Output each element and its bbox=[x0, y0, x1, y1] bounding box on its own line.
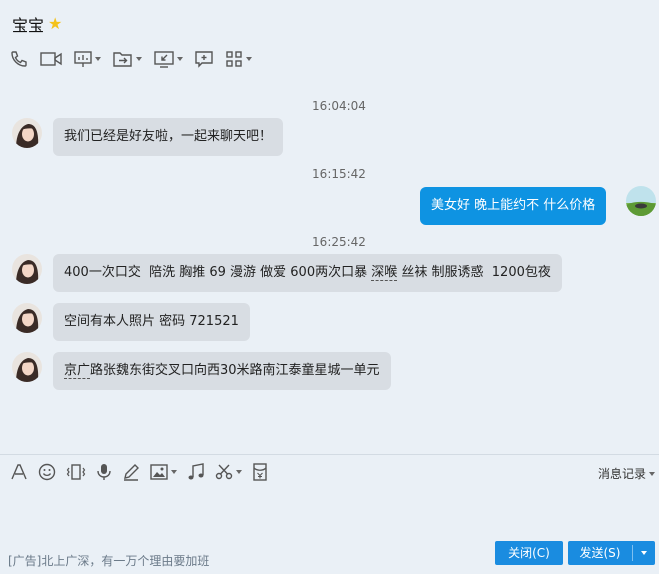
contact-avatar[interactable] bbox=[12, 352, 42, 382]
music-button[interactable] bbox=[187, 463, 205, 481]
phone-icon bbox=[11, 51, 27, 67]
remote-desktop-button[interactable] bbox=[154, 50, 183, 68]
vibrate-icon bbox=[66, 464, 86, 480]
message-add-icon bbox=[195, 51, 213, 68]
close-button[interactable]: 关闭(C) bbox=[495, 541, 563, 565]
shake-button[interactable] bbox=[66, 463, 86, 481]
voice-call-button[interactable] bbox=[10, 50, 28, 68]
image-button[interactable] bbox=[150, 463, 177, 481]
message-text: 400一次口交 陪洗 胸推 69 漫游 做爱 600两次口暴 bbox=[64, 265, 372, 280]
input-divider bbox=[0, 454, 659, 455]
message-record-button[interactable]: 消息记录 bbox=[598, 465, 655, 482]
chevron-down-icon bbox=[649, 471, 655, 476]
smiley-icon bbox=[38, 463, 56, 481]
video-call-button[interactable] bbox=[40, 50, 62, 68]
incoming-message[interactable]: 空间有本人照片 密码 721521 bbox=[53, 303, 250, 341]
message-timestamp: 16:04:04 bbox=[312, 99, 366, 113]
contact-name[interactable]: 宝宝 bbox=[12, 12, 44, 36]
chevron-down-icon[interactable] bbox=[177, 57, 183, 61]
red-packet-icon bbox=[253, 463, 267, 481]
outgoing-message[interactable]: 美女好 晚上能约不 什么价格 bbox=[420, 187, 607, 225]
handwriting-button[interactable] bbox=[122, 463, 140, 481]
chat-footer: [广告]北上广深，有一万个理由要加班 关闭(C) 发送(S) bbox=[0, 536, 659, 574]
message-input[interactable] bbox=[0, 486, 659, 536]
microphone-icon bbox=[97, 464, 111, 480]
red-packet-button[interactable] bbox=[252, 463, 268, 481]
folder-send-icon bbox=[113, 52, 132, 67]
chat-header: 宝宝 ★ bbox=[0, 0, 659, 82]
apps-button[interactable] bbox=[225, 50, 252, 68]
voice-message-button[interactable] bbox=[96, 463, 112, 481]
contact-avatar[interactable] bbox=[12, 118, 42, 148]
chevron-down-icon[interactable] bbox=[171, 470, 177, 474]
music-note-icon bbox=[188, 463, 204, 480]
chevron-down-icon bbox=[641, 551, 647, 555]
contact-avatar[interactable] bbox=[12, 303, 42, 333]
pen-icon bbox=[124, 464, 139, 481]
message-text: 路张魏东街交叉口向西30米路南江泰童星城一单元 bbox=[90, 363, 380, 378]
incoming-message[interactable]: 400一次口交 陪洗 胸推 69 漫游 做爱 600两次口暴 深喉 丝袜 制服诱… bbox=[53, 254, 562, 292]
chevron-down-icon[interactable] bbox=[236, 470, 242, 474]
contact-title: 宝宝 ★ bbox=[12, 12, 62, 36]
message-text-highlight[interactable]: 京广 bbox=[64, 363, 91, 379]
remote-screen-icon bbox=[154, 51, 174, 68]
screenshot-button[interactable] bbox=[215, 463, 242, 481]
presentation-icon bbox=[74, 51, 92, 67]
self-avatar[interactable] bbox=[626, 186, 656, 216]
message-timestamp: 16:25:42 bbox=[312, 235, 366, 249]
image-icon bbox=[150, 464, 168, 480]
contact-avatar[interactable] bbox=[12, 254, 42, 284]
incoming-message[interactable]: 我们已经是好友啦，一起来聊天吧！ bbox=[53, 118, 284, 156]
send-button-label: 发送(S) bbox=[579, 546, 621, 560]
message-list[interactable]: 16:04:04 我们已经是好友啦，一起来聊天吧！ 16:15:42 美女好 晚… bbox=[0, 82, 659, 454]
font-icon bbox=[11, 464, 27, 480]
ad-link[interactable]: [广告]北上广深，有一万个理由要加班 bbox=[8, 552, 209, 569]
emoji-button[interactable] bbox=[38, 463, 56, 481]
message-record-label: 消息记录 bbox=[597, 467, 646, 481]
group-chat-button[interactable] bbox=[195, 50, 213, 68]
incoming-message[interactable]: 京广路张魏东街交叉口向西30米路南江泰童星城一单元 bbox=[53, 352, 391, 390]
screen-share-button[interactable] bbox=[74, 50, 101, 68]
scissors-icon bbox=[215, 464, 233, 480]
call-toolbar bbox=[10, 50, 264, 68]
message-text: 丝袜 制服诱惑 1200包夜 bbox=[397, 265, 551, 280]
message-text-highlight[interactable]: 深喉 bbox=[371, 265, 398, 281]
video-camera-icon bbox=[40, 52, 62, 66]
star-icon[interactable]: ★ bbox=[48, 16, 62, 32]
input-toolbar bbox=[10, 463, 278, 481]
send-options-button[interactable] bbox=[633, 551, 655, 555]
chevron-down-icon[interactable] bbox=[136, 57, 142, 61]
chevron-down-icon[interactable] bbox=[246, 57, 252, 61]
send-file-button[interactable] bbox=[113, 50, 142, 68]
chevron-down-icon[interactable] bbox=[95, 57, 101, 61]
message-timestamp: 16:15:42 bbox=[312, 167, 366, 181]
grid-icon bbox=[226, 51, 242, 67]
send-button[interactable]: 发送(S) bbox=[568, 541, 655, 565]
font-button[interactable] bbox=[10, 463, 28, 481]
